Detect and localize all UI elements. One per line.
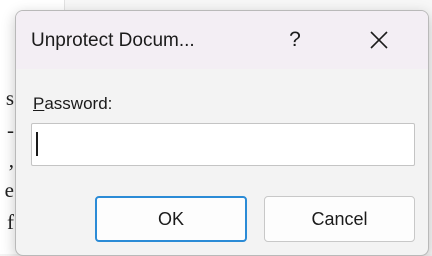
password-label: Password: <box>33 94 112 114</box>
dialog-titlebar: Unprotect Docum... ? <box>16 11 428 69</box>
document-text-fragment: f <box>7 210 14 234</box>
password-label-mnemonic: P <box>33 94 45 113</box>
document-text-fragment: e <box>4 178 14 202</box>
document-text-fragment: , <box>8 148 14 172</box>
password-label-text: assword: <box>44 94 113 113</box>
text-caret <box>36 132 38 156</box>
unprotect-document-dialog: Unprotect Docum... ? Password: OK Cancel <box>15 10 429 256</box>
cancel-button[interactable]: Cancel <box>264 196 415 242</box>
close-icon <box>370 31 388 49</box>
dialog-title: Unprotect Docum... <box>31 30 195 51</box>
close-button[interactable] <box>354 23 404 57</box>
document-text-fragment: - <box>7 118 14 142</box>
document-text-fragment: s <box>5 86 14 110</box>
ok-button[interactable]: OK <box>95 196 247 242</box>
help-button[interactable]: ? <box>274 23 316 57</box>
password-field[interactable] <box>31 123 415 166</box>
